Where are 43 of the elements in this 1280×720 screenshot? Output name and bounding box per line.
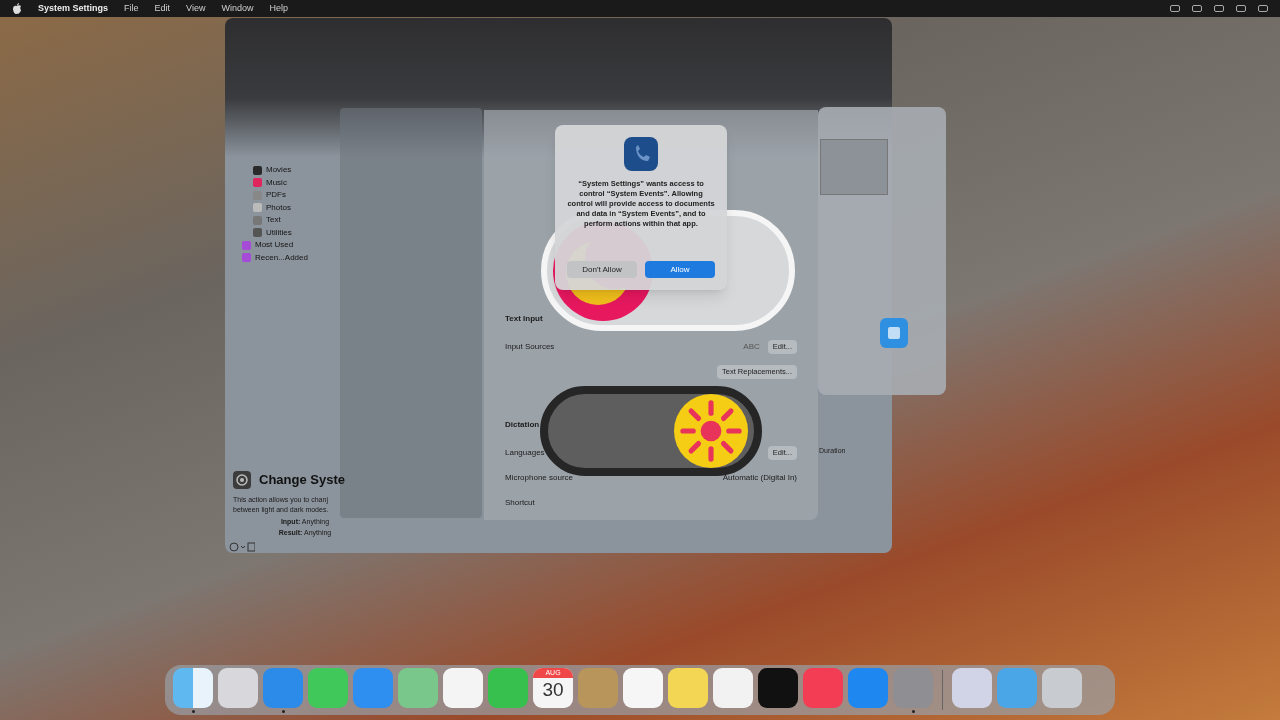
menu-item[interactable]: File — [124, 1, 139, 16]
gear-icon — [233, 470, 251, 489]
menu-item[interactable]: View — [186, 1, 206, 16]
app-icon[interactable] — [758, 667, 798, 708]
sidebar-item[interactable]: Text — [266, 214, 281, 227]
sidebar-item[interactable]: Movies — [266, 164, 292, 177]
sidebar-item[interactable]: Music — [266, 176, 287, 189]
sidebar-item[interactable]: Most Used — [255, 239, 294, 252]
preview-panel — [820, 139, 888, 195]
app-icon[interactable] — [443, 667, 483, 708]
status-icon[interactable] — [1192, 5, 1202, 12]
status-icon[interactable] — [1258, 5, 1268, 12]
sidebar-item[interactable]: Recen...Added — [255, 251, 308, 264]
app-icon — [624, 137, 658, 171]
status-icon[interactable] — [1170, 5, 1180, 12]
sidebar-item[interactable]: Utilities — [266, 226, 292, 239]
setting-label: Input Sources — [505, 340, 555, 353]
status-icon[interactable] — [1214, 5, 1224, 12]
allow-button[interactable]: Allow — [645, 261, 715, 278]
app-icon — [880, 318, 908, 348]
menu-item[interactable]: Help — [269, 1, 288, 16]
app-icon[interactable] — [173, 667, 213, 708]
app-icon[interactable] — [623, 667, 663, 708]
sidebar-item[interactable]: Photos — [266, 201, 291, 214]
status-icon[interactable] — [1236, 5, 1246, 12]
app-menu[interactable]: System Settings — [38, 1, 109, 16]
apple-logo-icon[interactable] — [12, 3, 22, 14]
menu-item[interactable]: Edit — [154, 1, 171, 16]
calendar-day: 30 — [542, 677, 564, 702]
section-heading: Text Input — [505, 313, 543, 325]
setting-value: ABC — [743, 340, 760, 353]
toolbar-icon[interactable] — [229, 542, 255, 552]
app-icon[interactable] — [713, 667, 753, 708]
setting-label: Shortcut — [505, 496, 535, 509]
sun-knob-icon — [674, 394, 748, 468]
popup-button[interactable]: Automatic (Digital In) — [722, 471, 797, 484]
action-title: Change Syste — [259, 471, 345, 489]
section-heading: Dictation — [505, 419, 540, 431]
menu-item[interactable]: Window — [221, 1, 254, 16]
setting-label: Microphone source — [505, 471, 574, 484]
setting-label: Languages — [505, 446, 545, 459]
dont-allow-button[interactable]: Don't Allow — [567, 261, 637, 278]
sidebar-item[interactable]: PDFs — [266, 189, 286, 202]
